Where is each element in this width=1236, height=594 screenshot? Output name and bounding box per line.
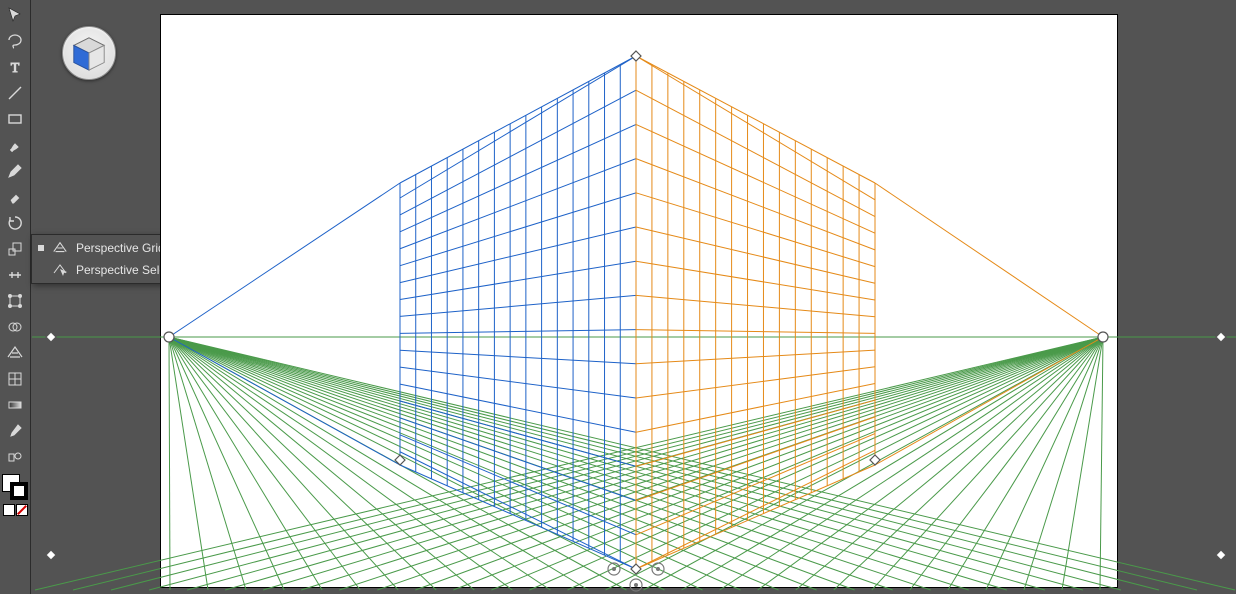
pencil-tool[interactable]	[3, 159, 27, 183]
svg-text:T: T	[11, 61, 20, 76]
fill-stroke-swatches[interactable]	[2, 474, 28, 500]
horizon-right-handle[interactable]	[1216, 332, 1226, 342]
perspective-plane-widget[interactable]	[62, 26, 116, 80]
tools-panel: T	[0, 0, 31, 594]
rotate-tool[interactable]	[3, 211, 27, 235]
width-tool[interactable]	[3, 263, 27, 287]
gradient-tool[interactable]	[3, 393, 27, 417]
scale-tool[interactable]	[3, 237, 27, 261]
perspective-grid-tool[interactable]	[3, 341, 27, 365]
horizon-left-handle[interactable]	[46, 332, 56, 342]
free-transform-tool[interactable]	[3, 289, 27, 313]
floor-left-extent-handle[interactable]	[46, 550, 56, 560]
eraser-tool[interactable]	[3, 185, 27, 209]
paintbrush-tool[interactable]	[3, 133, 27, 157]
mesh-tool[interactable]	[3, 367, 27, 391]
artboard[interactable]	[160, 14, 1118, 588]
eyedropper-tool[interactable]	[3, 419, 27, 443]
cube-icon	[70, 34, 108, 72]
perspective-grid-icon	[52, 240, 68, 256]
color-chip-none[interactable]	[16, 504, 28, 516]
color-chip-solid[interactable]	[3, 504, 15, 516]
floor-right-extent-handle[interactable]	[1216, 550, 1226, 560]
type-tool[interactable]: T	[3, 55, 27, 79]
stroke-swatch[interactable]	[10, 482, 28, 500]
selection-tool[interactable]	[3, 3, 27, 27]
direct-selection-tool[interactable]	[3, 29, 27, 53]
color-mode-chips	[3, 504, 28, 516]
shape-builder-tool[interactable]	[3, 315, 27, 339]
rectangle-tool[interactable]	[3, 107, 27, 131]
selected-indicator-icon	[38, 245, 44, 251]
perspective-selection-icon	[52, 262, 68, 278]
line-segment-tool[interactable]	[3, 81, 27, 105]
blend-tool[interactable]	[3, 445, 27, 469]
